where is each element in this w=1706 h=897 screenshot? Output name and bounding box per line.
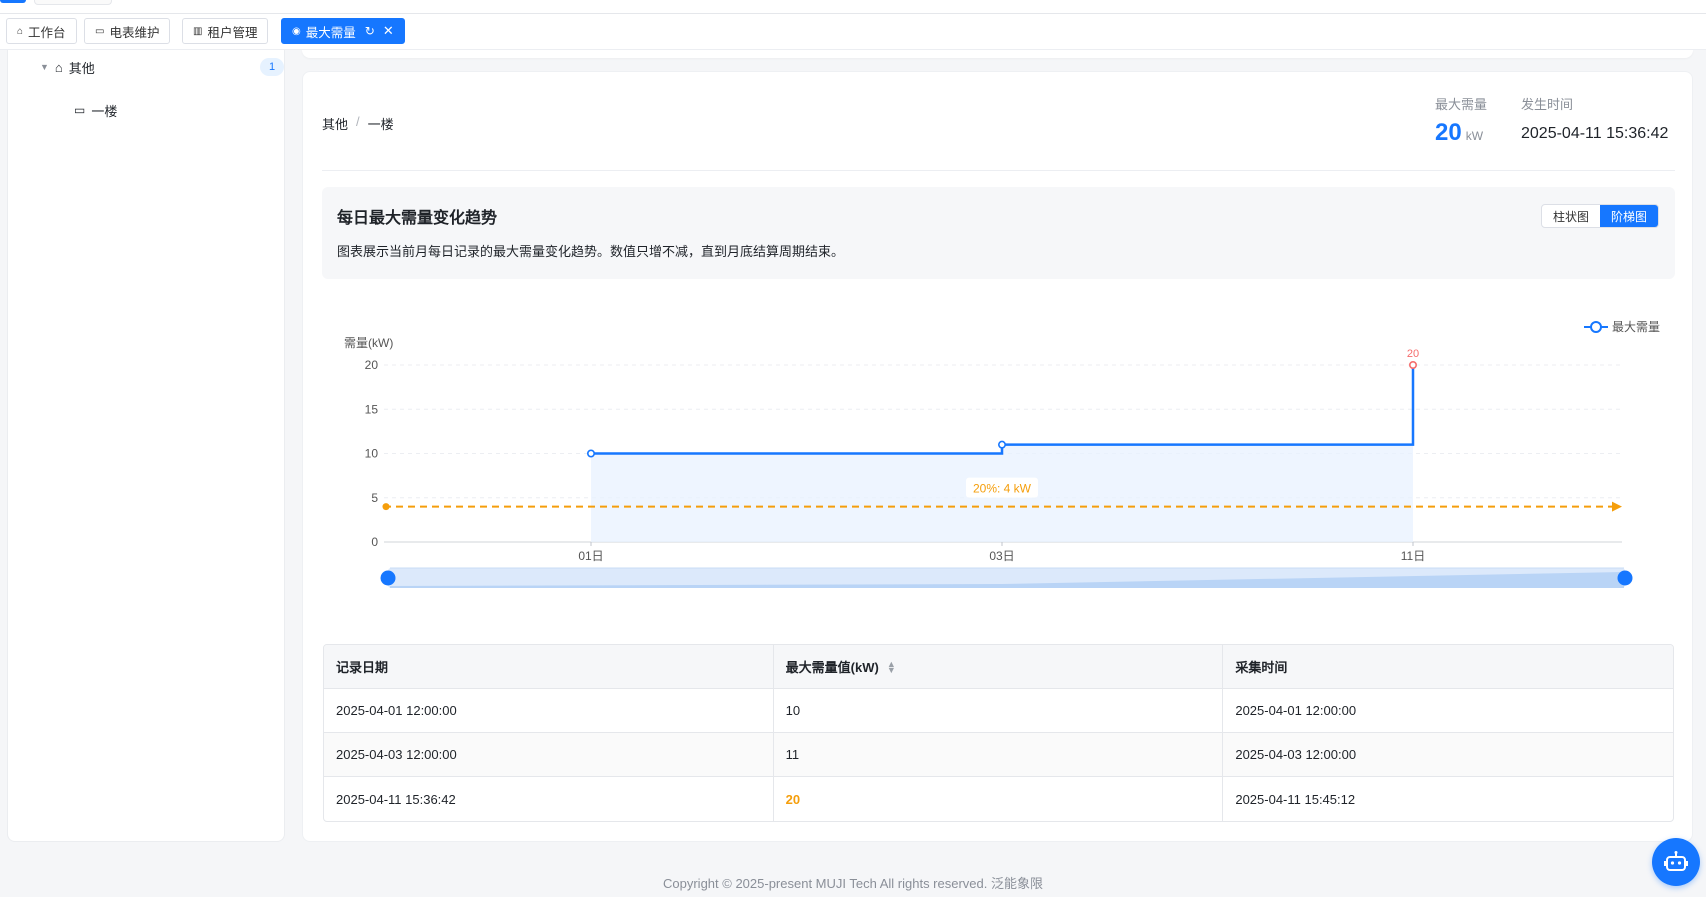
cell-date: 2025-04-11 15:36:42 [324, 777, 774, 821]
tree-node-label: 一楼 [91, 103, 118, 119]
occur-time-value: 2025-04-11 15:36:42 [1521, 125, 1669, 142]
x-tick-label: 11日 [1401, 549, 1425, 563]
building-icon: ▥ [193, 25, 203, 37]
tab-bar: ⌂ 工作台 ▭ 电表维护 ▥ 租户管理 ◉ 最大需量 ↻ ✕ [0, 14, 1706, 50]
zoom-handle-left[interactable] [380, 570, 396, 586]
footer-copyright: Copyright © 2025-present MUJI Tech All r… [663, 876, 1043, 891]
data-point [997, 440, 1006, 449]
top-active-indicator [0, 0, 26, 3]
table-header-row: 记录日期 最大需量值(kW) ▲ ▼ 采集时间 [324, 645, 1673, 689]
dot-icon: ◉ [292, 25, 301, 37]
assistant-robot-button[interactable] [1652, 838, 1700, 886]
breadcrumb: 其他 / 一楼 [322, 114, 394, 133]
cell-date: 2025-04-03 12:00:00 [324, 733, 774, 776]
tab-max-demand[interactable]: ◉ 最大需量 ↻ ✕ [281, 18, 405, 44]
legend-label: 最大需量 [1612, 320, 1660, 334]
table-row: 2025-04-03 12:00:00 11 2025-04-03 12:00:… [324, 733, 1673, 777]
cell-demand-max: 20 [774, 777, 1224, 821]
step-chart: 0 5 10 15 20 需量(kW) 01日 03日 11日 20%: 4 kW 20 最大需量 [344, 320, 1660, 588]
top-strip [0, 0, 1706, 14]
demand-table: 记录日期 最大需量值(kW) ▲ ▼ 采集时间 2025-04-01 12:00:… [323, 644, 1674, 822]
breadcrumb-item: 一楼 [367, 117, 394, 132]
sidebar-tree: ▼ ⌂ 其他 1 ▭ 一楼 [7, 50, 285, 842]
max-demand-stat: 最大需量 20 kW [1435, 94, 1487, 147]
cell-demand: 10 [774, 689, 1224, 732]
home-outline-icon: ⌂ [54, 59, 63, 75]
tab-tenant-management[interactable]: ▥ 租户管理 [182, 18, 269, 44]
zoom-handle-right[interactable] [1617, 570, 1633, 586]
tab-label: 租户管理 [207, 25, 258, 40]
tab-label: 工作台 [28, 25, 66, 40]
y-tick-label: 0 [371, 535, 378, 549]
cell-demand: 11 [774, 733, 1224, 776]
bar-view-button[interactable]: 柱状图 [1542, 205, 1600, 227]
tree-node-other[interactable]: ▼ ⌂ 其他 1 [40, 55, 284, 79]
highlight-point-label: 20 [1407, 348, 1419, 360]
tab-meter-maintenance[interactable]: ▭ 电表维护 [84, 18, 171, 44]
max-demand-label: 最大需量 [1435, 97, 1488, 112]
occur-time-label: 发生时间 [1521, 97, 1574, 112]
column-header-demand[interactable]: 最大需量值(kW) ▲ ▼ [774, 645, 1224, 688]
trend-title: 每日最大需量变化趋势 [337, 210, 498, 227]
chart-type-toggle: 柱状图 阶梯图 [1540, 204, 1659, 228]
occur-time-stat: 发生时间 2025-04-11 15:36:42 [1521, 94, 1668, 143]
upper-card-edge [302, 50, 1693, 58]
divider [322, 170, 1675, 171]
home-icon: ⌂ [17, 25, 24, 37]
caret-down-icon[interactable]: ▼ [40, 62, 49, 72]
cell-date: 2025-04-01 12:00:00 [324, 689, 774, 732]
legend-marker [1590, 321, 1602, 333]
breadcrumb-separator: / [356, 114, 360, 129]
threshold-label: 20%: 4 kW [973, 482, 1032, 496]
breadcrumb-item[interactable]: 其他 [322, 114, 348, 133]
x-tick-label: 01日 [578, 549, 603, 563]
tree-node-label: 其他 [68, 60, 95, 76]
refresh-icon[interactable]: ↻ [365, 24, 375, 38]
column-header-date: 记录日期 [324, 645, 774, 688]
cell-collect-time: 2025-04-01 12:00:00 [1235, 703, 1357, 718]
threshold-start-marker [382, 503, 390, 511]
sort-icon[interactable]: ▲ ▼ [887, 659, 896, 674]
column-header-collect-time: 采集时间 [1235, 660, 1288, 675]
close-icon[interactable]: ✕ [383, 23, 394, 39]
top-tab-stub[interactable] [34, 0, 112, 5]
x-tick-label: 03日 [989, 549, 1014, 563]
y-tick-label: 10 [365, 447, 379, 461]
meter-icon: ▭ [95, 25, 105, 37]
tree-node-first-floor[interactable]: ▭ 一楼 [74, 98, 117, 122]
max-demand-unit: kW [1465, 129, 1484, 143]
count-badge: 1 [260, 58, 284, 76]
cell-collect-time: 2025-04-11 15:45:12 [1235, 791, 1356, 807]
tab-workbench[interactable]: ⌂ 工作台 [6, 18, 77, 44]
y-tick-label: 20 [365, 358, 379, 372]
cell-collect-time: 2025-04-03 12:00:00 [1235, 747, 1357, 762]
table-row: 2025-04-01 12:00:00 10 2025-04-01 12:00:… [324, 689, 1673, 733]
threshold-arrow [1612, 501, 1622, 512]
meter-icon: ▭ [74, 103, 86, 117]
trend-description: 图表展示当前月每日记录的最大需量变化趋势。数值只增不减，直到月底结算周期结束。 [337, 244, 845, 259]
step-view-button[interactable]: 阶梯图 [1599, 205, 1658, 227]
table-row: 2025-04-11 15:36:42 20 2025-04-11 15:45:… [324, 777, 1673, 821]
tab-label: 电表维护 [109, 25, 160, 40]
robot-icon [1664, 851, 1688, 871]
y-tick-label: 5 [371, 491, 378, 505]
trend-info-panel: 每日最大需量变化趋势 图表展示当前月每日记录的最大需量变化趋势。数值只增不减，直… [322, 187, 1675, 279]
data-point [586, 449, 595, 458]
y-tick-label: 15 [365, 402, 379, 416]
tab-label: 最大需量 [305, 25, 356, 40]
y-axis-label: 需量(kW) [344, 336, 393, 350]
data-point [1409, 360, 1418, 369]
column-header-demand-label: 最大需量值(kW) [785, 660, 879, 675]
max-demand-value: 20 [1435, 119, 1462, 146]
